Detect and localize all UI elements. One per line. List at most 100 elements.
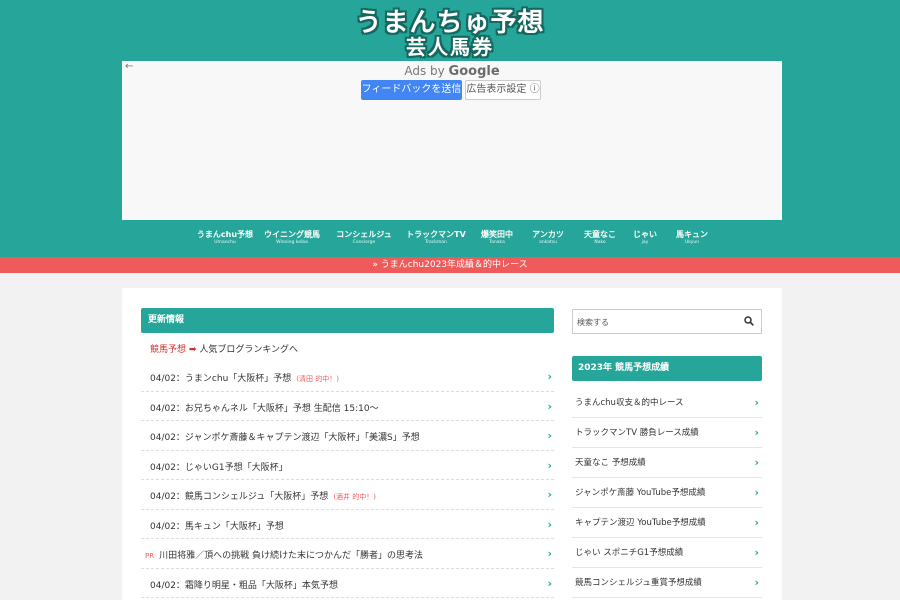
pr-tag: PR [145, 552, 155, 560]
nav-item-sublabel: Nako [594, 240, 606, 245]
nav-item-sublabel: ankatsu [539, 240, 557, 245]
nav-item-label: ウイニング競馬 [264, 230, 320, 239]
update-item[interactable]: 04/02：馬キュン「大阪杯」予想 › [141, 510, 554, 539]
search-box [572, 309, 762, 335]
chevron-right-icon: › [754, 546, 759, 559]
ad-feedback-button[interactable]: フィードバックを送信 [361, 80, 462, 100]
nav-item-label: 爆笑田中 [481, 230, 513, 239]
chevron-right-icon: › [547, 429, 552, 442]
sidebar-item-label: キャプテン渡辺 YouTube予想成績 [575, 518, 706, 528]
sidebar-item-label: 天童なこ 予想成績 [575, 458, 646, 468]
sidebar-item[interactable]: うまんchu収支＆的中レース › [572, 388, 762, 418]
nav-item-label: トラックマンTV [406, 230, 466, 239]
nav-item-umanchu[interactable]: うまんchu予想 Umanchu [190, 230, 260, 247]
update-item-content: PR 川田将雅／頂への挑戦 負け続けた末につかんだ「勝者」の思考法 [145, 548, 428, 561]
update-list: 04/02：うまンchu「大阪杯」予想 (清田 的中！) › 04/02：お兄ちゃ… [141, 362, 554, 598]
google-brand-text: Google [448, 64, 500, 79]
ads-by-google-label: Ads by Google [122, 64, 782, 79]
update-item[interactable]: 04/02：うまンchu「大阪杯」予想 (清田 的中！) › [141, 362, 554, 392]
nav-item-sublabel: Tanaka [489, 240, 505, 245]
update-item-title: 04/02：うまンchu「大阪杯」予想 [150, 374, 292, 384]
update-item[interactable]: 04/02：お兄ちゃんネル「大阪杯」予想 生配信 15:10〜 › [141, 392, 554, 421]
site-logo-subtitle[interactable]: 芸人馬券 [0, 31, 900, 60]
update-item-note: (酒井 的中！) [333, 493, 376, 501]
update-item[interactable]: 04/02：じゃいG1予想「大阪杯」 › [141, 451, 554, 480]
nav-item-label: アンカツ [532, 230, 564, 239]
nav-item-sublabel: Ukyun [684, 240, 700, 245]
ad-banner: ← Ads by Google フィードバックを送信 広告表示設定 ⓘ [122, 61, 782, 220]
update-item[interactable]: 04/02：競馬コンシェルジュ「大阪杯」予想 (酒井 的中！) › [141, 480, 554, 510]
nav-item-sublabel: Umanchu [214, 240, 236, 245]
nav-item-tanaka[interactable]: 爆笑田中 Tanaka [477, 230, 517, 247]
chevron-right-icon: › [754, 576, 759, 589]
ranking-link-text: 人気ブログランキングへ [199, 345, 299, 355]
ad-settings-button[interactable]: 広告表示設定 ⓘ [465, 80, 541, 100]
update-item-content: 04/02：うまンchu「大阪杯」予想 (清田 的中！) [145, 371, 339, 384]
chevron-right-icon: › [547, 547, 552, 560]
update-item-content: 04/02：競馬コンシェルジュ「大阪杯」予想 (酒井 的中！) [145, 489, 376, 502]
main-nav: うまんchu予想 Umanchu ウイニング競馬 Winning keiba コ… [190, 230, 720, 250]
nav-item-trackman[interactable]: トラックマンTV Trackman [406, 230, 466, 247]
search-icon[interactable] [744, 316, 754, 326]
nav-item-nako[interactable]: 天童なこ Nako [580, 230, 620, 247]
search-input[interactable] [573, 310, 739, 335]
nav-item-concierge[interactable]: コンシェルジュ Concierge [334, 230, 394, 247]
chevron-right-icon: › [754, 396, 759, 409]
nav-item-jay[interactable]: じゃい jay [630, 230, 660, 247]
content-area: 更新情報 競馬予想 ➡ 人気ブログランキングへ 04/02：うまンchu「大阪杯… [122, 288, 782, 600]
chevron-right-icon: › [754, 426, 759, 439]
chevron-right-icon: › [754, 516, 759, 529]
ranking-link[interactable]: 競馬予想 ➡ 人気ブログランキングへ [150, 342, 298, 355]
chevron-right-icon: › [547, 576, 552, 590]
update-item-title: 04/02：じゃいG1予想「大阪杯」 [150, 462, 288, 473]
update-item-title: 04/02：ジャンポケ斎藤＆キャプテン渡辺「大阪杯」「美濃S」予想 [150, 433, 420, 443]
ranking-link-red: 競馬予想 [150, 345, 187, 355]
sidebar-item-label: ジャンポケ斎藤 YouTube予想成績 [575, 488, 706, 498]
sidebar-item[interactable]: 天童なこ 予想成績 › [572, 448, 762, 478]
update-item-content: 04/02：じゃいG1予想「大阪杯」 [145, 460, 293, 473]
update-item-content: 04/02：ジャンポケ斎藤＆キャプテン渡辺「大阪杯」「美濃S」予想 [145, 430, 425, 443]
update-item-title: 川田将雅／頂への挑戦 負け続けた末につかんだ「勝者」の思考法 [159, 551, 423, 561]
update-item-content: 04/02：霜降り明星・粗品「大阪杯」本気予想 [145, 578, 343, 591]
sidebar-item-label: うまんchu収支＆的中レース [575, 398, 684, 408]
sidebar-item[interactable]: 競馬コンシェルジュ重賞予想成績 › [572, 568, 762, 598]
chevron-right-icon: › [547, 458, 552, 472]
update-item[interactable]: 04/02：霜降り明星・粗品「大阪杯」本気予想 › [141, 569, 554, 598]
sidebar-item[interactable]: トラックマンTV 勝負レース成績 › [572, 418, 762, 448]
nav-item-label: コンシェルジュ [336, 230, 392, 239]
results-banner[interactable]: » うまんchu2023年成績＆的中レース [0, 257, 900, 273]
results-banner-link[interactable]: » うまんchu2023年成績＆的中レース [0, 257, 900, 273]
update-item[interactable]: 04/02：ジャンポケ斎藤＆キャプテン渡辺「大阪杯」「美濃S」予想 › [141, 421, 554, 451]
update-item-content: 04/02：お兄ちゃんネル「大阪杯」予想 生配信 15:10〜 [145, 401, 384, 414]
ads-by-text: Ads by [404, 64, 449, 78]
update-item-content: 04/02：馬キュン「大阪杯」予想 [145, 519, 289, 532]
nav-item-label: 馬キュン [676, 230, 708, 239]
nav-item-label: じゃい [633, 230, 657, 239]
site-header: うまんちゅ予想 芸人馬券 ← Ads by Google フィードバックを送信 … [0, 0, 900, 257]
nav-item-winning-keiba[interactable]: ウイニング競馬 Winning keiba [262, 230, 322, 247]
update-item-note: (清田 的中！) [296, 375, 339, 383]
nav-item-sublabel: Trackman [425, 240, 447, 245]
update-item[interactable]: PR 川田将雅／頂への挑戦 負け続けた末につかんだ「勝者」の思考法 › [141, 539, 554, 569]
nav-item-sublabel: jay [641, 240, 649, 245]
sidebar-section-title: 2023年 競馬予想成績 [572, 356, 762, 381]
chevron-right-icon: › [547, 370, 552, 383]
update-item-title: 04/02：お兄ちゃんネル「大阪杯」予想 生配信 15:10〜 [150, 403, 379, 414]
update-item-title: 04/02：霜降り明星・粗品「大阪杯」本気予想 [150, 580, 338, 591]
sidebar-item[interactable]: ジャンポケ斎藤 YouTube予想成績 › [572, 478, 762, 508]
chevron-right-icon: › [547, 488, 552, 501]
nav-item-sublabel: Concierge [352, 240, 376, 245]
arrow-right-icon: ➡ [188, 345, 197, 355]
update-item-title: 04/02：馬キュン「大阪杯」予想 [150, 521, 284, 532]
chevron-right-icon: › [547, 517, 552, 531]
sidebar-item-label: じゃい スポニチG1予想成績 [575, 548, 684, 558]
sidebar-item[interactable]: キャプテン渡辺 YouTube予想成績 › [572, 508, 762, 538]
sidebar-list: うまんchu収支＆的中レース › トラックマンTV 勝負レース成績 › 天童なこ… [572, 388, 762, 598]
nav-item-label: 天童なこ [584, 230, 616, 239]
nav-item-ukyun[interactable]: 馬キュン Ukyun [674, 230, 710, 247]
chevron-right-icon: › [754, 456, 759, 469]
nav-item-ankatsu[interactable]: アンカツ ankatsu [528, 230, 568, 247]
sidebar-item[interactable]: じゃい スポニチG1予想成績 › [572, 538, 762, 568]
chevron-right-icon: › [547, 399, 552, 413]
main-column: 更新情報 競馬予想 ➡ 人気ブログランキングへ 04/02：うまンchu「大阪杯… [141, 308, 554, 598]
